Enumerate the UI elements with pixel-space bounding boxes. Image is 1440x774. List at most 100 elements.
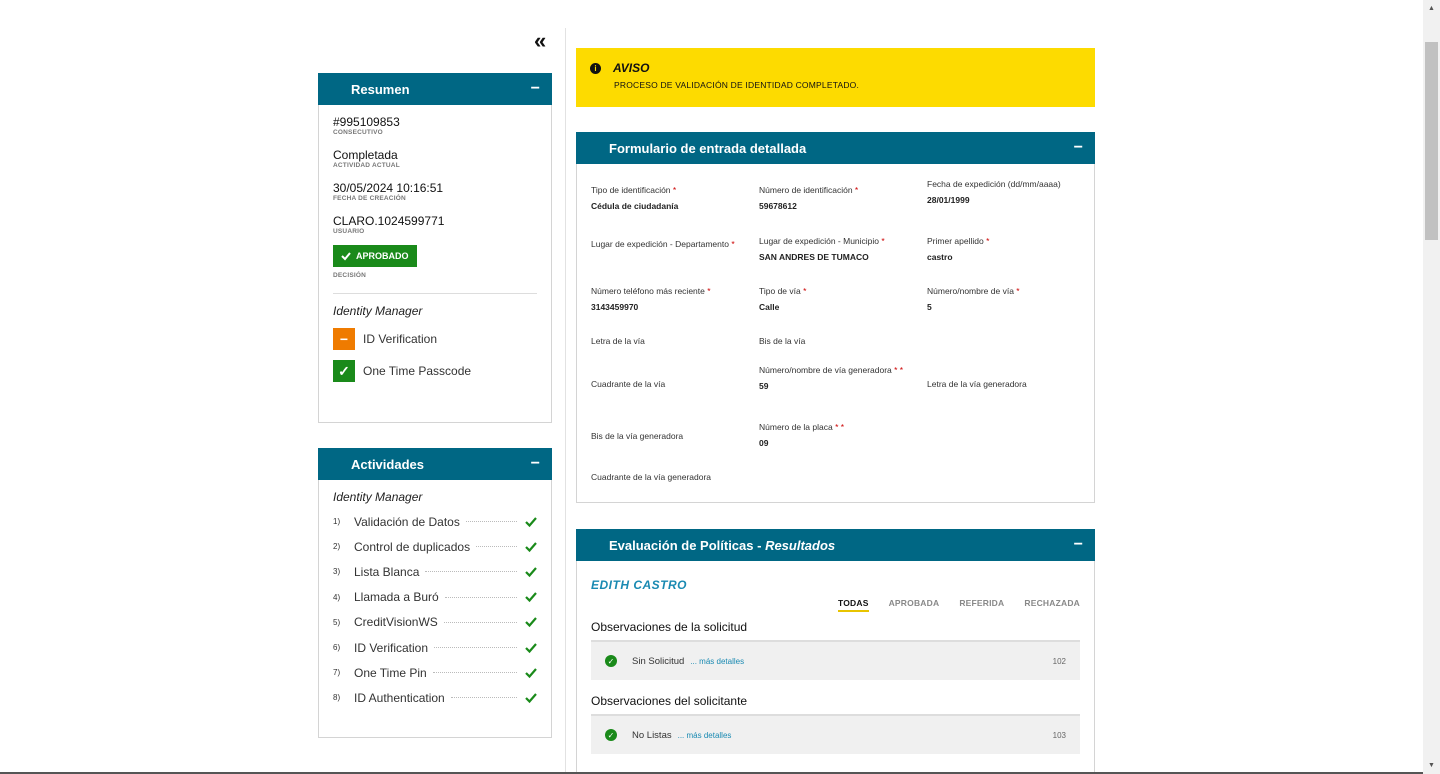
formulario-body: Tipo de identificación * Cédula de ciudad… [576,164,1095,503]
actividades-title: Actividades [351,456,424,472]
form-field: Número de la placa * * 09 [759,422,909,448]
activity-number: 3) [333,567,341,577]
consecutivo-value: #995109853 [333,115,400,129]
actividad-actual-value: Completada [333,148,398,162]
tab-referida[interactable]: REFERIDA [959,598,1004,612]
more-details-link[interactable]: ... más detalles [678,731,732,740]
aviso-title: AVISO [613,61,650,75]
field-label-text: Fecha de expedición (dd/mm/aaaa) [927,179,1061,189]
field-label-text: Cuadrante de la vía [591,379,666,389]
info-icon: i [590,62,601,74]
activity-number: 6) [333,643,341,653]
resumen-body: #995109853 CONSECUTIVO Completada ACTIVI… [318,105,552,423]
activity-row[interactable]: 4) Llamada a Buró [333,585,537,610]
form-field: Número/nombre de vía * 5 [927,286,1077,312]
consecutivo-label: CONSECUTIVO [333,129,383,136]
form-field: Cuadrante de la vía generadora [591,472,741,482]
field-label-text: Primer apellido [927,236,984,246]
field-label-text: Lugar de expedición - Departamento [591,239,729,249]
field-label-text: Número de la placa [759,422,833,432]
field-value: 28/01/1999 [927,195,970,205]
evaluacion-body: EDITH CASTRO TODAS APROBADA REFERIDA RECHAZ… [576,561,1095,774]
aviso-message: PROCESO DE VALIDACIÓN DE IDENTIDAD COMPL… [614,80,860,90]
minimize-icon[interactable]: − [531,455,540,473]
field-label-text: Tipo de identificación [591,185,671,195]
form-field: Letra de la vía generadora [927,379,1077,389]
check-icon [525,516,537,527]
resumen-panel: Resumen − #995109853 CONSECUTIVO Complet… [318,73,552,423]
observation-card: ✓ Sin Solicitud ... más detalles 102 [591,640,1080,680]
resumen-title: Resumen [351,81,410,97]
observation-title: Observaciones de la solicitud [591,620,748,634]
field-label-text: Bis de la vía generadora [591,431,684,441]
observation-code: 102 [1052,656,1066,666]
observations: Observaciones de la solicitud ✓ Sin Solici… [591,620,1080,754]
field-label: Letra de la vía generadora [927,379,1077,389]
minimize-icon[interactable]: − [1074,139,1083,157]
formulario-header[interactable]: Formulario de entrada detallada − [576,132,1095,164]
required-marker: * * [891,365,904,375]
check-icon [341,252,351,261]
form-field: Tipo de vía * Calle [759,286,909,312]
observation-title: Observaciones del solicitante [591,694,748,708]
actividades-subtitle: Identity Manager [333,490,423,504]
evaluacion-header[interactable]: Evaluación de Políticas - Resultados − [576,529,1095,561]
im-item-one-time-passcode[interactable]: ✓ One Time Passcode [333,360,537,382]
check-circle-icon: ✓ [605,729,617,741]
required-marker: * [1013,286,1020,296]
field-value: 3143459970 [591,302,639,312]
check-icon [525,693,537,704]
summary-item: #995109853 CONSECUTIVO [333,115,537,136]
field-value: castro [927,252,953,262]
activity-row[interactable]: 8) ID Authentication [333,685,537,710]
minimize-icon[interactable]: − [1074,536,1083,554]
field-label-text: Número teléfono más reciente [591,286,705,296]
observation-section: Observaciones de la solicitud ✓ Sin Solici… [591,620,1080,680]
divider [333,293,537,294]
activity-number: 1) [333,517,341,527]
field-label: Número de identificación * [759,185,909,195]
dotted-leader [444,596,517,598]
collapse-sidebar-icon[interactable]: « [534,28,546,54]
scroll-down-icon[interactable]: ▼ [1423,757,1440,774]
dotted-leader [443,621,517,623]
field-label: Fecha de expedición (dd/mm/aaaa) [927,179,1077,189]
tab-todas[interactable]: TODAS [837,598,869,612]
observation-section: Observaciones del solicitante ✓ No Listas.… [591,694,1080,754]
summary-item: Completada ACTIVIDAD ACTUAL [333,148,537,169]
result-tabs: TODAS APROBADA REFERIDA RECHAZADA [591,598,1080,612]
evaluacion-title-row: Evaluación de Políticas - Resultados [609,538,835,553]
fecha-creacion-label: FECHA DE CREACIÓN [333,195,406,202]
activity-row[interactable]: 7) One Time Pin [333,660,537,685]
resumen-header[interactable]: Resumen − [318,73,552,105]
decision-label: DECISIÓN [333,272,367,279]
form-field: Letra de la vía [591,336,741,346]
more-details-link[interactable]: ... más detalles [690,657,744,666]
form-field: Número teléfono más reciente * 3143459970 [591,286,741,312]
scroll-up-icon[interactable]: ▲ [1423,0,1440,17]
minimize-icon[interactable]: − [531,80,540,98]
field-label-text: Cuadrante de la vía generadora [591,472,712,482]
activity-label: One Time Pin [354,665,427,680]
usuario-label: USUARIO [333,228,365,235]
usuario-value: CLARO.1024599771 [333,214,445,228]
field-label: Primer apellido * [927,236,1077,246]
evaluacion-title: Evaluación de Políticas [609,537,754,553]
required-marker: * [704,286,711,296]
summary-item: 30/05/2024 10:16:51 FECHA DE CREACIÓN [333,181,537,202]
tab-rechazada[interactable]: RECHAZADA [1024,598,1080,612]
dotted-leader [432,672,517,674]
activity-row[interactable]: 5) CreditVisionWS [333,610,537,635]
scrollbar[interactable]: ▲ ▼ [1423,0,1440,774]
im-item-id-verification[interactable]: − ID Verification [333,328,537,350]
activity-row[interactable]: 6) ID Verification [333,635,537,660]
activity-row[interactable]: 1) Validación de Datos [333,509,537,534]
tab-aprobada[interactable]: APROBADA [889,598,940,612]
form-field: Lugar de expedición - Departamento * [591,239,741,249]
actividades-header[interactable]: Actividades − [318,448,552,480]
scrollbar-thumb[interactable] [1425,42,1438,240]
dotted-leader [465,521,517,523]
activity-row[interactable]: 2) Control de duplicados [333,534,537,559]
dotted-leader [425,571,517,573]
activity-row[interactable]: 3) Lista Blanca [333,559,537,584]
